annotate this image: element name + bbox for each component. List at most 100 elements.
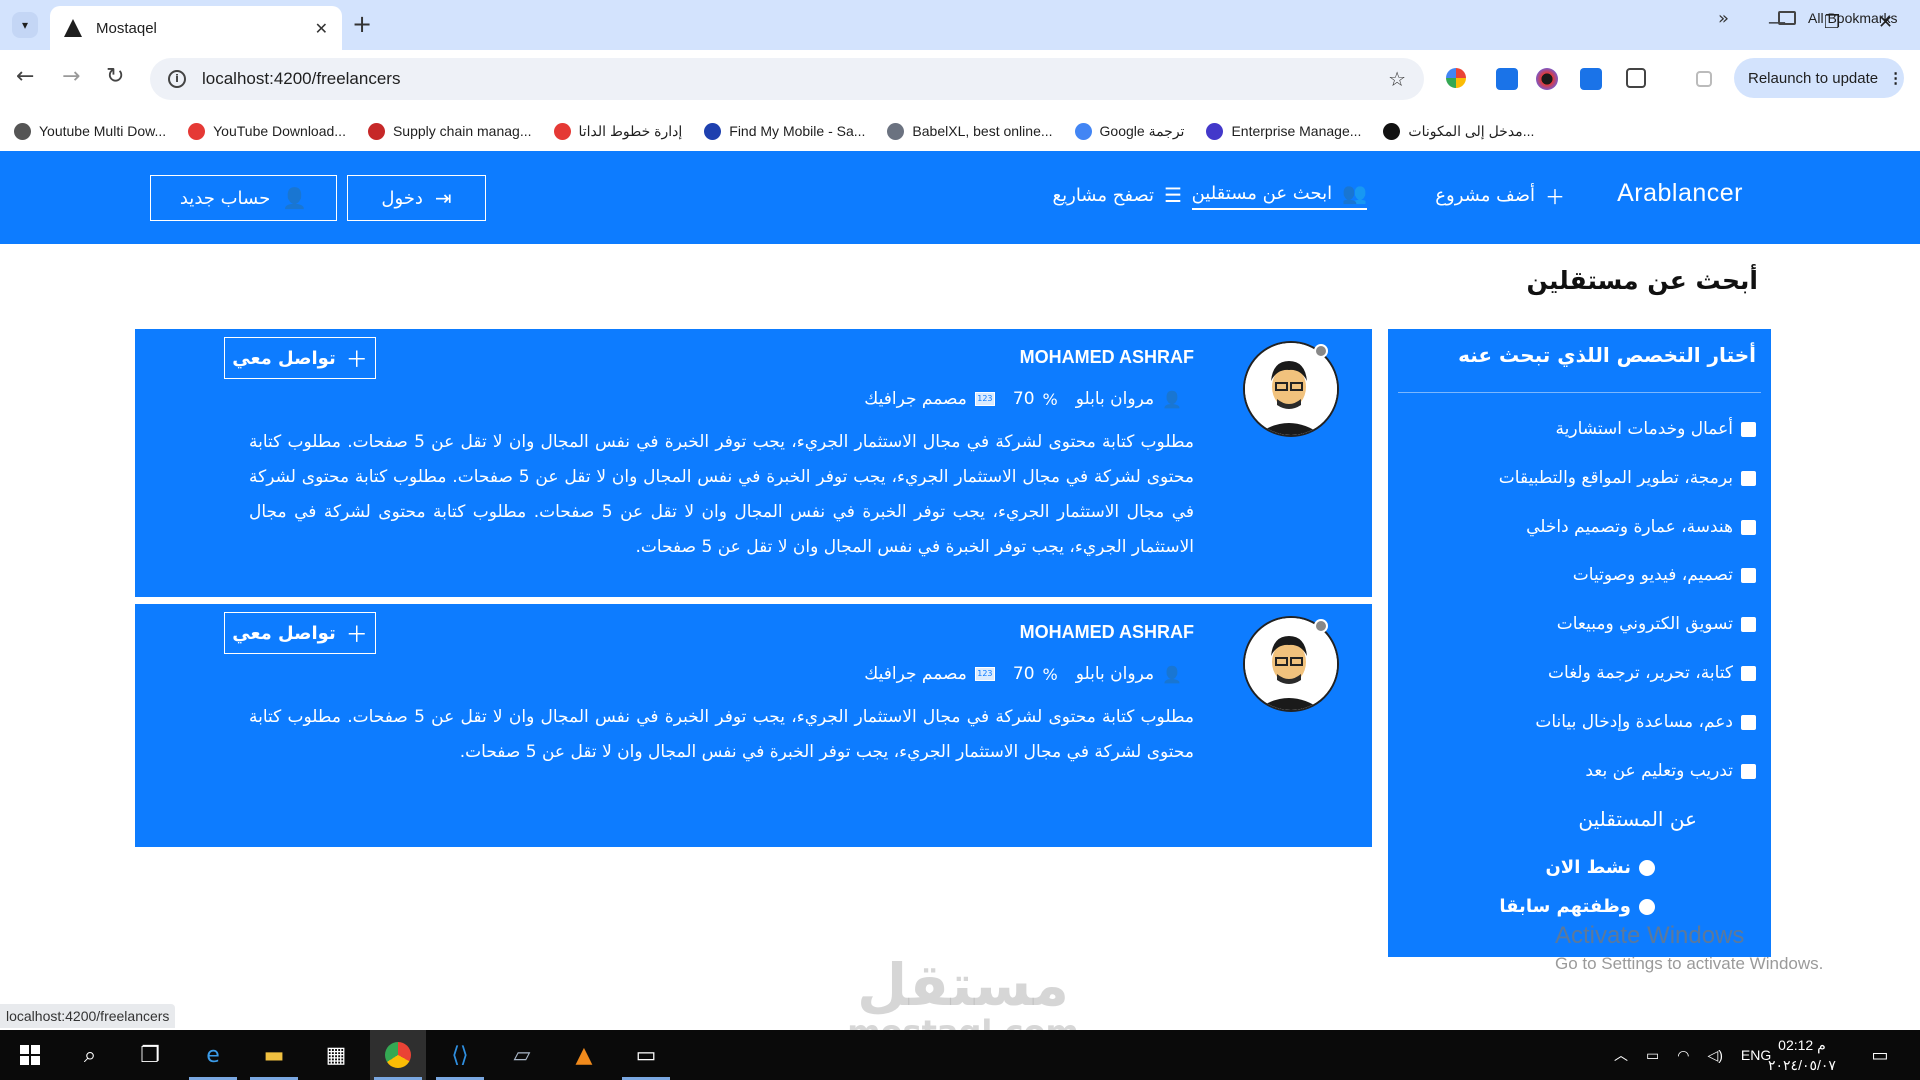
mostaql-watermark-ar: مستقل	[856, 951, 1070, 1019]
bookmark-item[interactable]: BabelXL, best online...	[887, 122, 1053, 140]
relaunch-button[interactable]: Relaunch to update ⋮	[1734, 58, 1904, 98]
wifi-icon[interactable]: ◠	[1677, 1047, 1689, 1064]
freelancer-role: مصمم جرافيك	[864, 389, 967, 409]
category-label: تدريب وتعليم عن بعد	[1585, 761, 1733, 781]
bookmark-item[interactable]: إدارة خطوط الداتا	[553, 122, 682, 140]
bookmark-item[interactable]: Google ترجمة	[1074, 122, 1184, 140]
filter-category[interactable]: برمجة، تطوير المواقع والتطبيقات	[1499, 468, 1756, 488]
category-checkbox[interactable]	[1741, 470, 1756, 486]
extension-colors-icon[interactable]	[1446, 68, 1466, 88]
bookmark-item[interactable]: Enterprise Manage...	[1206, 122, 1361, 140]
login-button[interactable]: ⇥ دخول	[347, 175, 486, 221]
filter-category[interactable]: أعمال وخدمات استشارية	[1556, 419, 1756, 439]
new-account-label: حساب جديد	[179, 187, 271, 209]
back-icon[interactable]: ←	[16, 64, 34, 89]
edge-icon[interactable]: e	[185, 1030, 241, 1080]
category-checkbox[interactable]	[1741, 763, 1756, 779]
filter-title: أختار التخصص اللذي تبحث عنه	[1458, 343, 1756, 367]
contact-button[interactable]: ＋ تواصل معي	[224, 612, 376, 654]
bookmark-label: مدخل إلى المكونات...	[1408, 122, 1535, 139]
forward-icon[interactable]: →	[62, 64, 80, 89]
reload-icon[interactable]: ↻	[106, 64, 124, 89]
bookmark-item[interactable]: Find My Mobile - Sa...	[704, 122, 865, 140]
filter-category[interactable]: تسويق الكتروني ومبيعات	[1557, 614, 1756, 634]
clock[interactable]: 02:12 م ٢٠٢٤/٠٥/٠٧	[1768, 1035, 1836, 1075]
brand-logo[interactable]: Arablancer	[1617, 179, 1743, 208]
freelancer-meta: 👤 مروان بابلو % 70 123 مصمم جرافيك	[864, 664, 1182, 684]
bookmark-star-icon[interactable]: ☆	[1388, 67, 1406, 91]
category-checkbox[interactable]	[1741, 567, 1756, 583]
app-navbar: Arablancer ＋ أضف مشروع 👥 ابحث عن مستقلين…	[0, 151, 1920, 244]
category-checkbox[interactable]	[1741, 665, 1756, 681]
vlc-icon[interactable]: ▲	[556, 1030, 612, 1080]
category-checkbox[interactable]	[1741, 519, 1756, 535]
url-text[interactable]: localhost:4200/freelancers	[202, 69, 1388, 89]
nav-find-freelancers[interactable]: 👥 ابحث عن مستقلين	[1191, 180, 1367, 210]
battery-icon[interactable]: ▭	[1646, 1047, 1659, 1064]
extensions-puzzle-icon[interactable]	[1626, 68, 1646, 88]
chrome-icon[interactable]	[370, 1030, 426, 1080]
bookmark-label: BabelXL, best online...	[912, 123, 1053, 139]
nav-find-freelancers-label: ابحث عن مستقلين	[1191, 182, 1333, 204]
list-icon: ☰	[1164, 183, 1182, 207]
volume-icon[interactable]: ◁)	[1707, 1047, 1722, 1064]
store-icon[interactable]: ▦	[308, 1030, 364, 1080]
category-checkbox[interactable]	[1741, 616, 1756, 632]
category-checkbox[interactable]	[1741, 714, 1756, 730]
status-hired-before[interactable]: وظفتهم سابقا	[1499, 896, 1655, 917]
task-view-icon[interactable]: ❐	[122, 1030, 178, 1080]
extension-record-icon[interactable]	[1536, 68, 1558, 90]
filter-category[interactable]: هندسة، عمارة وتصميم داخلي	[1526, 517, 1756, 537]
bookmarks-overflow-icon[interactable]: »	[1718, 8, 1729, 29]
filter-panel: أختار التخصص اللذي تبحث عنه أعمال وخدمات…	[1388, 329, 1771, 957]
freelancer-name[interactable]: MOHAMED ASHRAF	[1020, 622, 1194, 643]
category-label: دعم، مساعدة وإدخال بيانات	[1535, 712, 1733, 732]
filter-category[interactable]: تصميم، فيديو وصوتيات	[1573, 565, 1756, 585]
filter-category[interactable]: كتابة، تحرير، ترجمة ولغات	[1548, 663, 1756, 683]
filter-divider	[1398, 392, 1761, 393]
chevron-up-icon[interactable]: ︿	[1614, 1045, 1628, 1065]
nav-add-project[interactable]: ＋ أضف مشروع	[1435, 180, 1565, 210]
plus-icon: ＋	[1545, 184, 1565, 209]
filter-category[interactable]: دعم، مساعدة وإدخال بيانات	[1535, 712, 1756, 732]
bookmark-item[interactable]: YouTube Download...	[188, 122, 346, 140]
filter-category[interactable]: تدريب وتعليم عن بعد	[1585, 761, 1756, 781]
tab-search-icon[interactable]: ▾	[12, 12, 38, 38]
contact-button[interactable]: ＋ تواصل معي	[224, 337, 376, 379]
category-checkbox[interactable]	[1741, 421, 1756, 437]
category-label: أعمال وخدمات استشارية	[1555, 419, 1733, 439]
site-info-icon[interactable]: i	[168, 70, 186, 88]
login-label: دخول	[381, 187, 423, 209]
language-indicator[interactable]: ENG	[1741, 1047, 1771, 1063]
terminal-icon[interactable]: ▭	[618, 1030, 674, 1080]
vscode-icon[interactable]: ⟨⟩	[432, 1030, 488, 1080]
plus-icon: ＋	[345, 623, 368, 648]
notifications-icon[interactable]: ▭	[1852, 1030, 1908, 1080]
profile-icon[interactable]	[1696, 71, 1712, 87]
bookmark-item[interactable]: Youtube Multi Dow...	[14, 122, 166, 140]
new-account-button[interactable]: 👤 حساب جديد	[150, 175, 337, 221]
extension-screenshot-icon[interactable]	[1580, 68, 1602, 90]
status-radio[interactable]	[1639, 859, 1655, 876]
online-status-dot	[1314, 344, 1328, 358]
search-icon[interactable]: ⌕	[62, 1030, 118, 1080]
extension-pen-icon[interactable]	[1496, 68, 1518, 90]
bookmark-item[interactable]: Supply chain manag...	[367, 122, 532, 140]
tray-icons[interactable]: ︿ ▭ ◠ ◁) ENG	[1614, 1030, 1771, 1080]
status-active-now[interactable]: نشط الان	[1545, 857, 1655, 878]
nav-browse-projects[interactable]: ☰ تصفح مشاريع	[1053, 180, 1182, 210]
bookmark-item[interactable]: مدخل إلى المكونات...	[1383, 122, 1535, 140]
status-radio[interactable]	[1639, 898, 1655, 915]
bookmark-favicon-icon	[14, 122, 31, 140]
tab-close-icon[interactable]: ✕	[315, 19, 328, 38]
clock-time: 02:12 م	[1778, 1037, 1826, 1053]
windows-start-icon[interactable]	[2, 1030, 58, 1080]
browser-tab[interactable]: Mostaqel ✕	[50, 6, 342, 50]
notes-icon[interactable]: ▱	[494, 1030, 550, 1080]
address-bar[interactable]: i localhost:4200/freelancers ☆	[150, 58, 1424, 100]
file-explorer-icon[interactable]: ▬	[246, 1030, 302, 1080]
all-bookmarks-button[interactable]: All Bookmarks	[1778, 10, 1897, 26]
new-tab-icon[interactable]: +	[352, 12, 372, 36]
nav-browse-projects-label: تصفح مشاريع	[1052, 184, 1155, 206]
freelancer-name[interactable]: MOHAMED ASHRAF	[1020, 347, 1194, 368]
